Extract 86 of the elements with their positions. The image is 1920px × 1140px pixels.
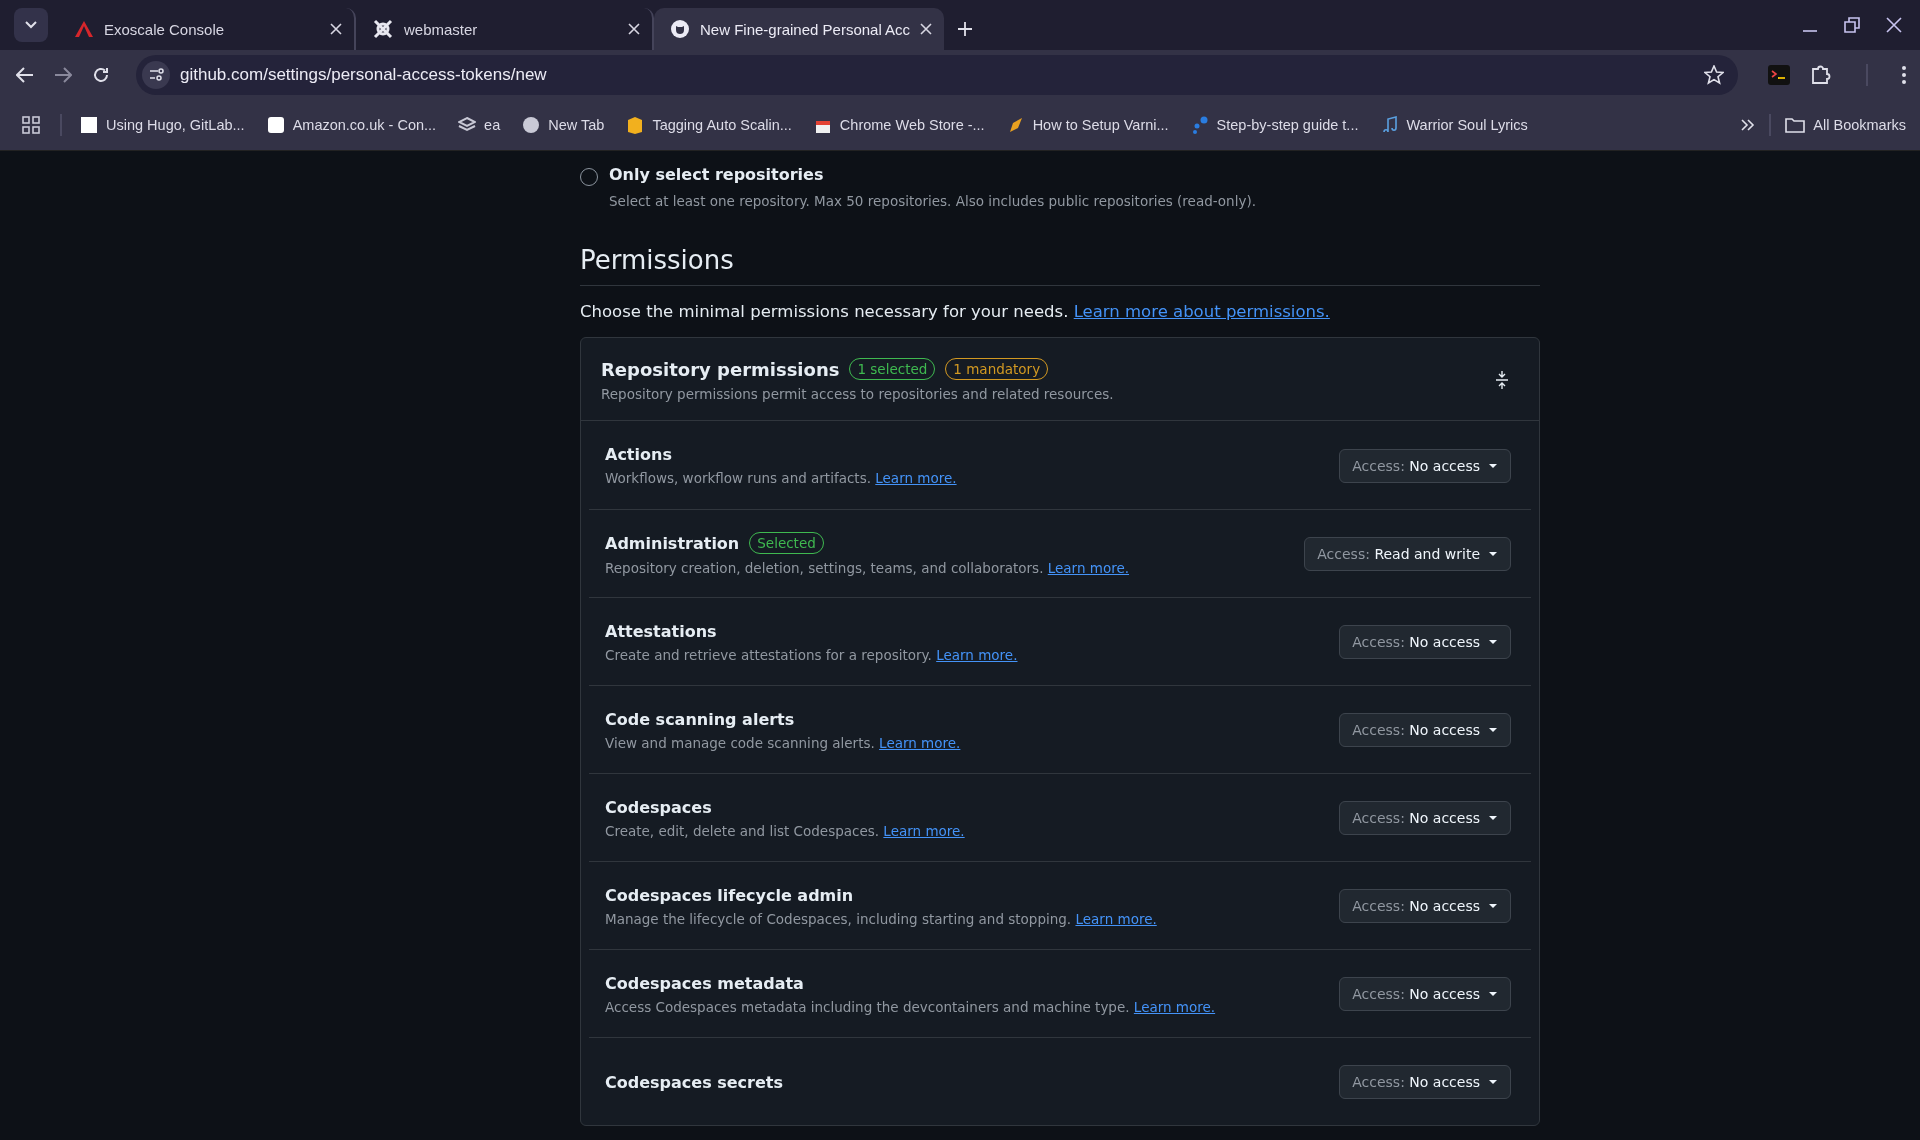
all-bookmarks-link[interactable]: All Bookmarks bbox=[1785, 117, 1906, 133]
permission-description: View and manage code scanning alerts. Learn more. bbox=[605, 734, 961, 751]
access-dropdown[interactable]: Access: Read and write bbox=[1304, 537, 1511, 571]
new-tab-icon[interactable] bbox=[958, 22, 972, 36]
bookmark-favicon-icon bbox=[1380, 116, 1399, 134]
access-dropdown[interactable]: Access: No access bbox=[1339, 889, 1511, 923]
group-title: Repository permissions bbox=[601, 358, 840, 380]
folder-icon bbox=[1785, 117, 1806, 133]
section-heading: Permissions bbox=[580, 245, 1540, 286]
star-icon[interactable] bbox=[1704, 65, 1724, 85]
permission-name: Codespaces bbox=[605, 797, 712, 817]
learn-more-link[interactable]: Learn more. bbox=[936, 646, 1018, 663]
permission-name: Code scanning alerts bbox=[605, 709, 795, 729]
terminal-extension-icon[interactable] bbox=[1768, 65, 1790, 85]
permission-description: Repository creation, deletion, settings, teams, and collaborators. Learn more. bbox=[605, 560, 1130, 576]
caret-icon bbox=[1488, 815, 1498, 821]
back-arrow-icon[interactable] bbox=[16, 67, 34, 83]
bookmark-favicon-icon bbox=[626, 116, 645, 134]
bookmark-favicon-icon bbox=[458, 116, 477, 134]
option-label: Only select repositories bbox=[609, 165, 825, 184]
permission-description: Create, edit, delete and list Codespaces. Learn more. bbox=[605, 822, 965, 839]
permission-name: Codespaces secrets bbox=[605, 1072, 783, 1092]
tab-list-button[interactable] bbox=[14, 8, 48, 42]
bookmark-favicon-icon bbox=[266, 116, 285, 134]
bookmark-link[interactable]: Amazon.co.uk - Con... bbox=[266, 116, 437, 134]
site-settings-icon[interactable] bbox=[142, 61, 170, 89]
option-description: Select at least one repository. Max 50 repositories. Also includes public repositories (read-only). bbox=[609, 193, 1256, 209]
puzzle-piece-icon[interactable] bbox=[1810, 64, 1832, 86]
close-icon[interactable] bbox=[1886, 17, 1902, 33]
bookmark-link[interactable]: Chrome Web Store -... bbox=[813, 116, 985, 134]
caret-icon bbox=[1488, 551, 1498, 557]
bookmark-link[interactable]: Using Hugo, GitLab... bbox=[80, 116, 245, 134]
caret-icon bbox=[1488, 1079, 1498, 1085]
browser-tab[interactable]: New Fine-grained Personal Acc bbox=[654, 8, 944, 50]
bookmark-link[interactable]: How to Setup Varni... bbox=[1006, 116, 1169, 134]
apps-grid-icon[interactable] bbox=[22, 116, 40, 134]
learn-more-link[interactable]: Learn more. bbox=[1047, 560, 1130, 576]
learn-more-link[interactable]: Learn more. bbox=[879, 734, 961, 751]
bookmark-link[interactable]: New Tab bbox=[522, 116, 605, 134]
permissions-link[interactable]: Learn more about permissions. bbox=[1073, 302, 1330, 321]
permission-name: Actions bbox=[605, 445, 672, 464]
bookmark-favicon-icon bbox=[80, 116, 98, 134]
learn-more-link[interactable]: Learn more. bbox=[883, 822, 965, 839]
permission-description: Workflows, workflow runs and artifacts. Learn more. bbox=[605, 470, 957, 486]
close-icon[interactable] bbox=[330, 23, 342, 35]
bookmark-link[interactable]: ea bbox=[458, 116, 501, 134]
access-dropdown[interactable]: Access: No access bbox=[1339, 977, 1511, 1011]
close-icon[interactable] bbox=[920, 23, 932, 35]
intro-text: Choose the minimal permissions necessary for your needs. Learn more about permissions. bbox=[580, 302, 1331, 321]
access-dropdown[interactable]: Access: No access bbox=[1339, 625, 1511, 659]
triangle-logo-icon bbox=[74, 20, 94, 38]
permission-description: Manage the lifecycle of Codespaces, including starting and stopping. Learn more. bbox=[605, 910, 1157, 927]
learn-more-link[interactable]: Learn more. bbox=[1133, 998, 1216, 1015]
learn-more-link[interactable]: Learn more. bbox=[875, 470, 957, 486]
caret-icon bbox=[1488, 991, 1498, 997]
permission-description: Access Codespaces metadata including the devcontainers and machine type. Learn more. bbox=[605, 998, 1216, 1015]
caret-icon bbox=[1488, 903, 1498, 909]
bookmark-link[interactable]: Warrior Soul Lyrics bbox=[1380, 116, 1528, 134]
access-dropdown[interactable]: Access: No access bbox=[1339, 713, 1511, 747]
octocat-logo-icon bbox=[670, 19, 690, 39]
bookmark-link[interactable]: Tagging Auto Scalin... bbox=[626, 116, 792, 134]
permission-name: Codespaces metadata bbox=[605, 973, 804, 993]
close-icon[interactable] bbox=[628, 23, 640, 35]
access-dropdown[interactable]: Access: No access bbox=[1339, 801, 1511, 835]
caret-icon bbox=[1488, 727, 1498, 733]
permission-name: Codespaces lifecycle admin bbox=[605, 885, 854, 905]
bookmark-favicon-icon bbox=[522, 116, 541, 134]
permission-description: Create and retrieve attestations for a repository. Learn more. bbox=[605, 646, 1018, 663]
group-description: Repository permissions permit access to repositories and related resources. bbox=[601, 386, 1114, 402]
menu-icon[interactable] bbox=[1902, 66, 1906, 84]
bookmark-link[interactable]: Step-by-step guide t... bbox=[1190, 116, 1359, 134]
permission-name: Administration bbox=[605, 533, 740, 553]
caret-icon bbox=[1488, 462, 1498, 469]
collapse-icon[interactable] bbox=[1495, 370, 1509, 390]
caret-icon bbox=[1488, 639, 1498, 645]
access-dropdown[interactable]: Access: No access bbox=[1339, 448, 1511, 483]
access-dropdown[interactable]: Access: No access bbox=[1339, 1065, 1511, 1099]
reload-icon[interactable] bbox=[92, 66, 110, 84]
chevron-double-right-icon[interactable] bbox=[1741, 119, 1756, 131]
chevron-down-icon bbox=[25, 21, 37, 29]
address-bar[interactable]: github.com/settings/personal-access-tokens/new bbox=[136, 55, 1738, 95]
permission-name: Attestations bbox=[605, 621, 717, 641]
bookmark-favicon-icon bbox=[1190, 116, 1209, 134]
learn-more-link[interactable]: Learn more. bbox=[1075, 910, 1157, 927]
restore-icon[interactable] bbox=[1844, 17, 1860, 33]
forward-arrow-icon[interactable] bbox=[54, 67, 72, 83]
